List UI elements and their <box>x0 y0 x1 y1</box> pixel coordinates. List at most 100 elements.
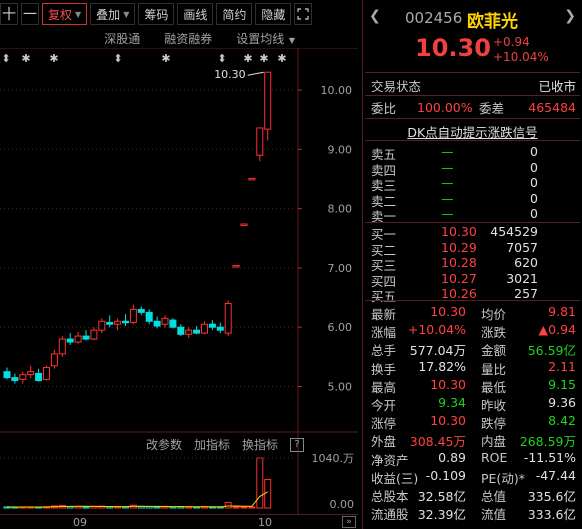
candle-body <box>35 372 43 382</box>
weicha-value: 465484 <box>528 99 576 115</box>
quote-value: 9.36 <box>548 395 576 410</box>
y-tick-label: 8.00 <box>328 203 353 216</box>
quote-value: 9.34 <box>438 395 466 410</box>
bid-row[interactable]: 买四 10.27 3021 <box>371 270 576 289</box>
chips-button[interactable]: 筹码 <box>138 3 175 25</box>
quote-label: 外盘 <box>371 434 397 450</box>
candle-body <box>19 374 27 380</box>
quote-value: 9.81 <box>548 304 576 319</box>
chevron-left-icon[interactable]: ❮ <box>369 8 381 24</box>
quote-label: 金额 <box>481 343 507 359</box>
help-icon[interactable]: ? <box>290 437 305 452</box>
caret-down-icon: ▼ <box>123 9 130 19</box>
quote-label: 均价 <box>481 307 507 322</box>
change-value: +0.94 <box>493 35 530 49</box>
bid-row[interactable]: 买三 10.28 620 <box>371 255 576 273</box>
quote-row: 收益(三) -0.109 PE(动)* -47.44 <box>371 467 576 486</box>
level-volume: 0 <box>530 144 538 159</box>
quote-value: -11.51% <box>523 449 576 465</box>
status-value: 已收市 <box>538 78 576 94</box>
candle-body <box>232 265 240 268</box>
bid-row[interactable]: 买二 10.29 7057 <box>371 239 576 258</box>
ma-settings-dropdown[interactable]: 设置均线 ▼ <box>236 30 295 48</box>
ask-row[interactable]: 卖三 —0 <box>371 175 576 193</box>
quote-label: 最高 <box>371 379 397 395</box>
dk-signal-link[interactable]: DK点自动提示涨跌信号 <box>363 122 582 141</box>
divider <box>365 140 580 141</box>
quote-value: 8.42 <box>548 413 576 429</box>
chevron-right-icon[interactable]: ❯ <box>564 8 576 24</box>
bid-row[interactable]: 买一 10.30 454529 <box>371 224 576 242</box>
event-marker: ⬍ <box>217 52 226 65</box>
quote-row: 总手 577.04万 金额 56.59亿 <box>371 339 576 359</box>
quote-value: 10.30 <box>430 376 466 392</box>
candle-body <box>27 371 35 376</box>
last-price-pointer <box>247 71 264 76</box>
hide-button[interactable]: 隐藏 <box>255 3 292 25</box>
candle-body <box>193 329 201 334</box>
overlay-dropdown[interactable]: 叠加 ▼ <box>90 3 136 25</box>
add-indicator-button[interactable]: 加指标 <box>194 436 230 453</box>
level-volume: 0 <box>530 206 538 221</box>
candle-body <box>11 377 19 382</box>
volume-bar <box>248 506 256 509</box>
y-tick-label: 5.00 <box>328 381 353 394</box>
zoom-out-button[interactable]: 一 <box>21 3 39 25</box>
level-price: — <box>441 175 454 190</box>
level-price: 10.27 <box>441 270 477 286</box>
candle-body <box>256 127 264 156</box>
quote-label: 最低 <box>481 379 507 395</box>
margin-link[interactable]: 融资融券 <box>164 30 212 48</box>
volume-bar <box>256 457 264 509</box>
candle-body <box>145 311 153 322</box>
ask-row[interactable]: 卖二 —0 <box>371 191 576 209</box>
quote-value: 333.6亿 <box>527 507 576 523</box>
quote-value: -47.44 <box>535 467 576 483</box>
status-label: 交易状态 <box>371 78 422 94</box>
candle-body <box>161 317 169 325</box>
level-volume: 454529 <box>490 224 538 239</box>
quote-label: 涨跌 <box>481 325 507 341</box>
y-tick-label: 10.00 <box>321 84 353 97</box>
params-button[interactable]: 改参数 <box>146 436 182 453</box>
divider <box>365 95 580 96</box>
event-marker: ✱ <box>259 52 268 65</box>
simple-button[interactable]: 简约 <box>216 3 253 25</box>
draw-button[interactable]: 画线 <box>177 3 214 25</box>
quote-value: 268.59万 <box>519 434 576 450</box>
quote-value: 10.30 <box>430 304 466 319</box>
scroll-right-icon[interactable]: » <box>342 516 356 528</box>
quote-value: 17.82% <box>418 358 466 374</box>
weicha-label: 委差 <box>479 100 505 116</box>
divider <box>365 300 580 301</box>
ask-row[interactable]: 卖五 —0 <box>371 144 576 162</box>
candle-body <box>216 326 224 331</box>
volume-bar <box>264 478 272 509</box>
quote-label: 总股本 <box>371 489 409 504</box>
level-price: 10.29 <box>441 239 477 255</box>
zoom-in-button[interactable]: 十 <box>0 3 18 25</box>
quote-row: 外盘 308.45万 内盘 268.59万 <box>371 430 576 450</box>
volume-bar <box>74 506 82 509</box>
candle-body <box>90 329 98 340</box>
quote-label: 昨收 <box>481 398 507 413</box>
quote-value: ▲0.94 <box>538 322 576 338</box>
volume-tick-label: 1040.万 <box>312 452 355 465</box>
switch-indicator-button[interactable]: 换指标 <box>242 436 278 453</box>
event-marker: ✱ <box>161 52 170 65</box>
quote-row: 涨停 10.30 跌停 8.42 <box>371 412 576 431</box>
candle-body <box>58 338 66 355</box>
expand-icon[interactable] <box>294 3 313 25</box>
ask-row[interactable]: 卖四 —0 <box>371 160 576 178</box>
ask-row[interactable]: 卖一 —0 <box>371 206 576 224</box>
shgt-link[interactable]: 深股通 <box>104 30 140 48</box>
chart-subbar: 深股通 融资融券 设置均线 ▼ <box>0 30 295 48</box>
level-volume: 0 <box>530 175 538 190</box>
candle-body <box>74 335 82 343</box>
level-price: 10.28 <box>441 255 477 270</box>
candle-body <box>43 367 50 380</box>
candle-body <box>248 177 256 181</box>
quote-label: 收益(三) <box>371 470 419 486</box>
level-price: 10.26 <box>441 286 477 301</box>
adjust-dropdown[interactable]: 复权 ▼ <box>42 3 88 25</box>
